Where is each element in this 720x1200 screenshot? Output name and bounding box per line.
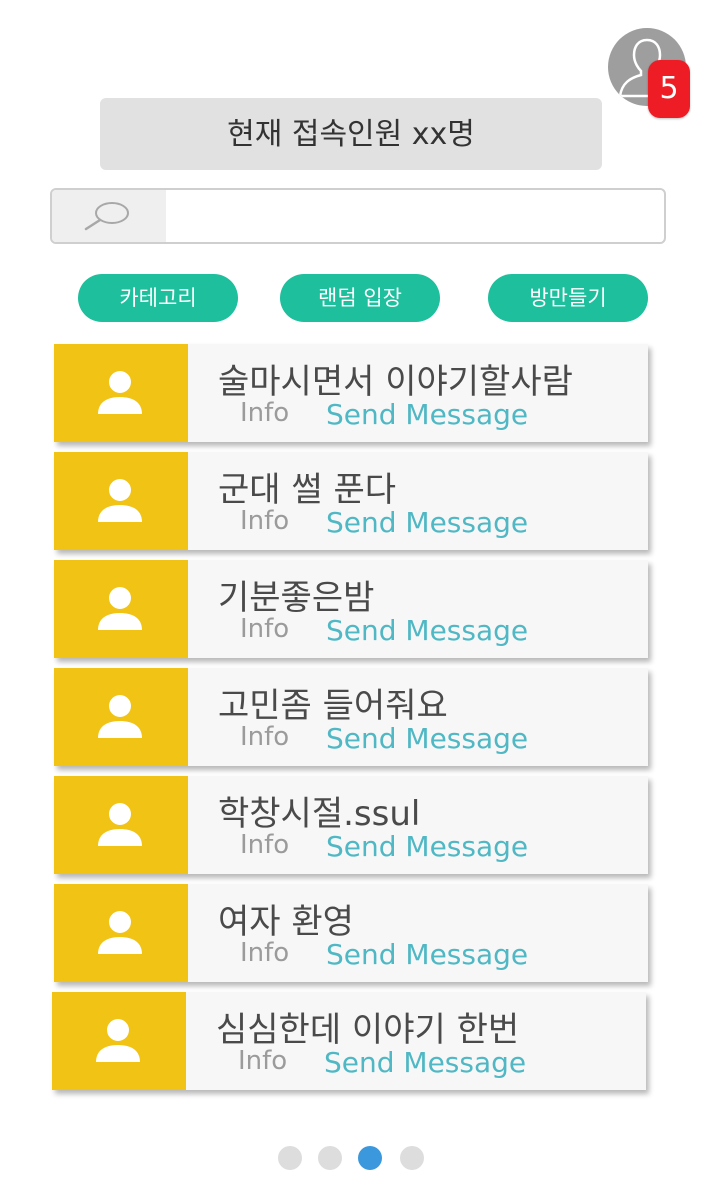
send-message-link[interactable]: Send Message: [326, 938, 528, 971]
room-card[interactable]: 여자 환영 Info Send Message: [54, 884, 648, 982]
user-icon: [98, 695, 142, 738]
room-thumbnail: [52, 992, 186, 1090]
room-card[interactable]: 고민좀 들어줘요 Info Send Message: [54, 668, 648, 766]
send-message-link[interactable]: Send Message: [324, 1046, 526, 1079]
room-card[interactable]: 기분좋은밤 Info Send Message: [54, 560, 648, 658]
room-info-link[interactable]: Info: [240, 614, 289, 644]
room-thumbnail: [54, 668, 188, 766]
search-icon: [84, 202, 129, 231]
room-title: 술마시면서 이야기할사람: [218, 362, 573, 402]
page-dot[interactable]: [358, 1146, 382, 1170]
user-icon: [98, 911, 142, 954]
user-icon: [98, 803, 142, 846]
room-card[interactable]: 심심한데 이야기 한번 Info Send Message: [52, 992, 646, 1090]
page-dot[interactable]: [400, 1146, 424, 1170]
send-message-link[interactable]: Send Message: [326, 614, 528, 647]
create-room-button[interactable]: 방만들기: [488, 274, 648, 322]
send-message-link[interactable]: Send Message: [326, 722, 528, 755]
room-title: 고민좀 들어줘요: [218, 686, 448, 726]
room-title: 기분좋은밤: [218, 578, 375, 618]
room-info-link[interactable]: Info: [240, 830, 289, 860]
send-message-link[interactable]: Send Message: [326, 506, 528, 539]
room-thumbnail: [54, 452, 188, 550]
room-thumbnail: [54, 344, 188, 442]
room-title: 군대 썰 푼다: [218, 470, 397, 510]
room-thumbnail: [54, 560, 188, 658]
room-info-link[interactable]: Info: [240, 398, 289, 428]
room-card[interactable]: 술마시면서 이야기할사람 Info Send Message: [54, 344, 648, 442]
search-button[interactable]: [52, 190, 166, 242]
room-card[interactable]: 군대 썰 푼다 Info Send Message: [54, 452, 648, 550]
room-thumbnail: [54, 776, 188, 874]
send-message-link[interactable]: Send Message: [326, 398, 528, 431]
room-title: 여자 환영: [218, 902, 354, 942]
search-input[interactable]: [168, 190, 662, 242]
random-enter-button[interactable]: 랜덤 입장: [280, 274, 440, 322]
user-icon: [98, 587, 142, 630]
room-info-link[interactable]: Info: [240, 722, 289, 752]
room-info-link[interactable]: Info: [238, 1046, 287, 1076]
room-thumbnail: [54, 884, 188, 982]
user-icon: [98, 479, 142, 522]
room-card[interactable]: 학창시절.ssul Info Send Message: [54, 776, 648, 874]
room-info-link[interactable]: Info: [240, 506, 289, 536]
page-dot[interactable]: [278, 1146, 302, 1170]
category-button[interactable]: 카테고리: [78, 274, 238, 322]
page-dot[interactable]: [318, 1146, 342, 1170]
search-bar: [50, 188, 666, 244]
user-icon: [98, 371, 142, 414]
room-title: 심심한데 이야기 한번: [216, 1010, 520, 1050]
room-title: 학창시절.ssul: [218, 794, 421, 834]
room-info-link[interactable]: Info: [240, 938, 289, 968]
notification-badge: 5: [648, 60, 690, 118]
send-message-link[interactable]: Send Message: [326, 830, 528, 863]
online-count-banner: 현재 접속인원 xx명: [100, 98, 602, 170]
user-icon: [96, 1019, 140, 1062]
